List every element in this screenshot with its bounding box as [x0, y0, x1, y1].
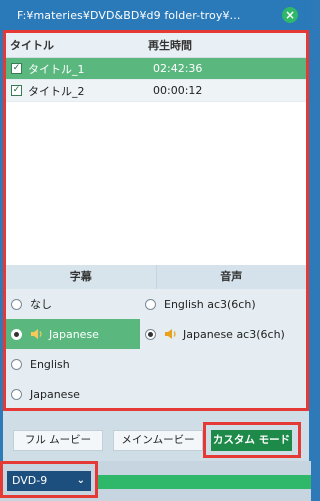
speaker-icon [31, 329, 42, 339]
speaker-icon [165, 329, 176, 339]
column-header-title: タイトル [10, 39, 54, 52]
custom-mode-highlight: カスタム モード [203, 422, 301, 458]
title-1-name: タイトル_1 [28, 62, 85, 76]
audio-option-label: Japanese ac3(6ch) [183, 327, 285, 341]
custom-mode-button[interactable]: カスタム モード [211, 430, 292, 451]
audio-header: 音声 [156, 265, 306, 289]
audio-option-english[interactable]: English ac3(6ch) [140, 289, 306, 319]
title-row-1[interactable]: ✓ タイトル_1 02:42:36 [6, 58, 306, 80]
subtitle-option-english[interactable]: English [6, 349, 140, 379]
audio-options: English ac3(6ch) Japanese ac3(6ch) [140, 289, 306, 408]
subtitle-japanese2-radio[interactable] [11, 388, 22, 400]
audio-option-label: English ac3(6ch) [164, 297, 256, 311]
track-selection-panel: 字幕 音声 なし Japanese English Japanese Engli… [6, 265, 306, 408]
window-title: F:¥materies¥DVD&BD¥d9 folder-troy¥… [17, 8, 241, 22]
subtitle-japanese-radio[interactable] [11, 328, 22, 340]
titles-table-header: タイトル 再生時間 [6, 33, 306, 58]
subtitle-option-label: English [30, 357, 70, 371]
audio-english-radio[interactable] [145, 298, 156, 310]
mode-button-bar: フル ムービー メインムービー カスタム モード [3, 411, 309, 461]
title-bar: F:¥materies¥DVD&BD¥d9 folder-troy¥… × [0, 0, 311, 30]
title-2-duration: 00:00:12 [153, 84, 203, 97]
title-1-checkbox[interactable]: ✓ [11, 63, 22, 74]
subtitle-option-label: Japanese [30, 387, 80, 401]
subtitle-header: 字幕 [6, 265, 157, 289]
title-row-2[interactable]: ✓ タイトル_2 00:00:12 [6, 80, 306, 102]
close-icon[interactable]: × [282, 7, 298, 23]
subtitle-option-label: なし [30, 298, 52, 311]
subtitle-option-japanese-1[interactable]: Japanese [6, 319, 140, 349]
disc-type-dropdown[interactable]: DVD-9 ⌄ [7, 471, 91, 491]
full-movie-button[interactable]: フル ムービー [13, 430, 103, 451]
audio-japanese-radio[interactable] [145, 328, 156, 340]
subtitle-options: なし Japanese English Japanese [6, 289, 140, 408]
chevron-down-icon: ⌄ [76, 475, 85, 486]
audio-option-japanese[interactable]: Japanese ac3(6ch) [140, 319, 306, 349]
subtitle-english-radio[interactable] [11, 358, 22, 370]
subtitle-none-radio[interactable] [11, 298, 22, 310]
subtitle-option-japanese-2[interactable]: Japanese [6, 379, 140, 408]
title-2-name: タイトル_2 [28, 84, 85, 98]
disc-type-highlight: DVD-9 ⌄ [0, 461, 98, 498]
subtitle-option-label: Japanese [49, 327, 99, 341]
title-2-checkbox[interactable]: ✓ [11, 85, 22, 96]
title-1-duration: 02:42:36 [153, 62, 203, 75]
title-selection-panel: タイトル 再生時間 ✓ タイトル_1 02:42:36 ✓ タイトル_2 00:… [3, 30, 309, 411]
progress-strip [96, 475, 311, 489]
main-movie-button[interactable]: メインムービー [113, 430, 203, 451]
titles-list-empty-area [6, 102, 306, 288]
output-footer: DVD-9 ⌄ [0, 461, 311, 501]
subtitle-option-none[interactable]: なし [6, 289, 140, 319]
disc-type-value: DVD-9 [12, 474, 48, 487]
column-header-duration: 再生時間 [148, 39, 192, 52]
